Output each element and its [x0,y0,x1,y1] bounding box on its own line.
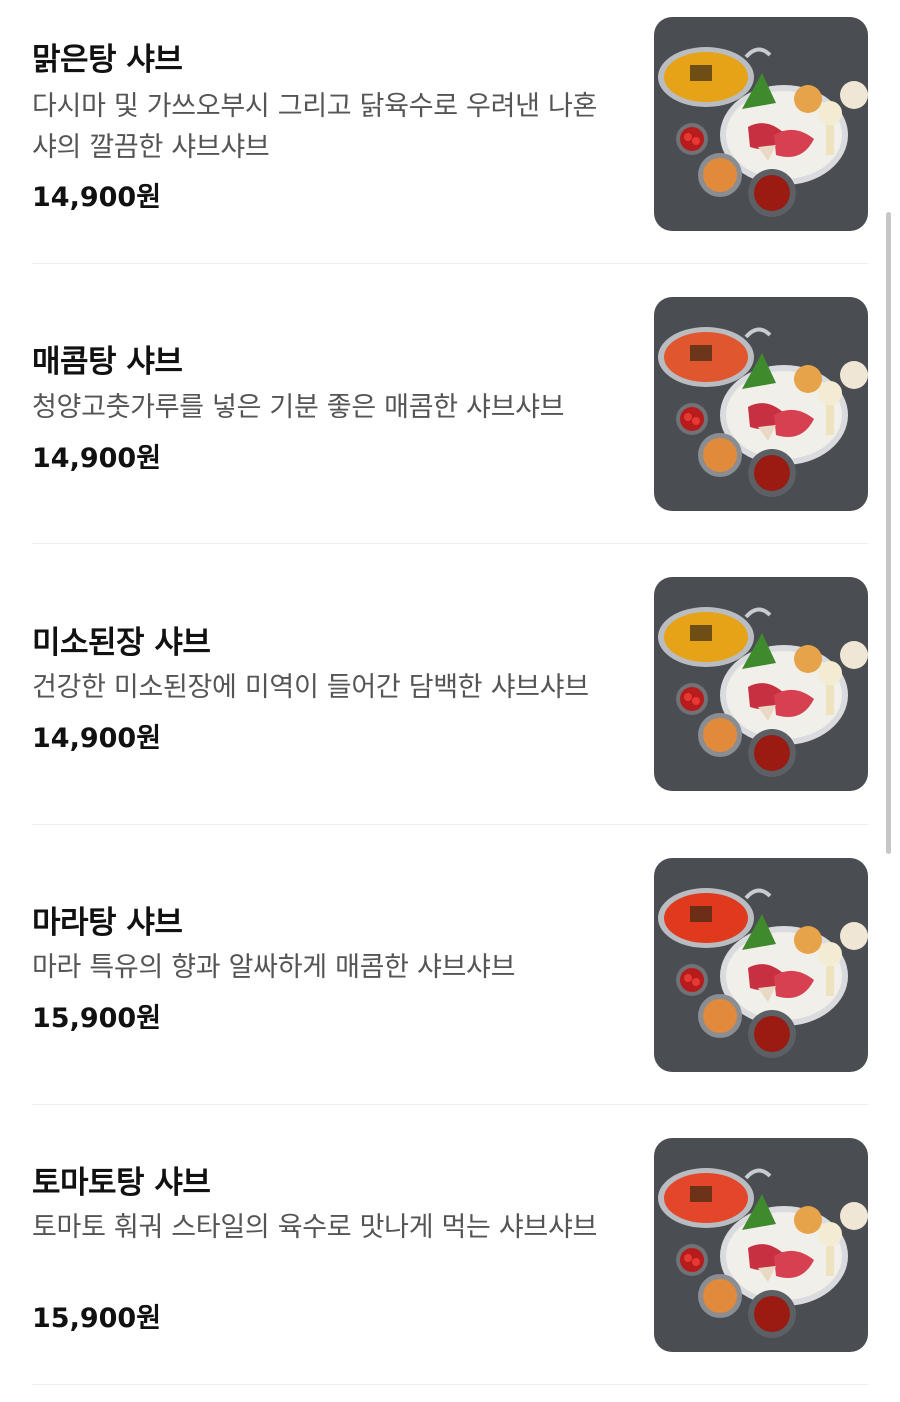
miso-broth-shabu-photo[interactable] [654,577,868,791]
divider [32,543,868,544]
menu-item-description: 건강한 미소된장에 미역이 들어간 담백한 샤브샤브 [32,672,589,703]
menu-item-name: 미소된장 샤브 [32,625,211,661]
scrollbar[interactable] [886,212,891,854]
menu-item-price: 14,900원 [32,182,162,213]
divider [32,1384,868,1385]
menu-item-description: 다시마 및 가쓰오부시 그리고 닭육수로 우려낸 나혼샤의 깔끔한 샤브샤브 [32,91,598,163]
menu-item-name: 토마토탕 샤브 [32,1165,211,1201]
spicy-broth-shabu-photo[interactable] [654,297,868,511]
menu-item-description: 토마토 훠궈 스타일의 육수로 맛나게 먹는 샤브샤브 [32,1212,598,1243]
divider [32,263,868,264]
tomato-broth-shabu-photo[interactable] [654,1138,868,1352]
menu-item-price: 15,900원 [32,1003,162,1034]
divider [32,824,868,825]
menu-list: 맑은탕 샤브 다시마 및 가쓰오부시 그리고 닭육수로 우려낸 나혼샤의 깔끔한… [0,0,900,1402]
menu-item-name: 맑은탕 샤브 [32,42,183,78]
menu-item-description: 청양고춧가루를 넣은 기분 좋은 매콤한 샤브샤브 [32,392,565,423]
menu-item-name: 매콤탕 샤브 [32,344,183,380]
menu-item-description: 마라 특유의 향과 알싸하게 매콤한 샤브샤브 [32,952,516,983]
divider [32,1104,868,1105]
clear-broth-shabu-photo[interactable] [654,17,868,231]
menu-item-price: 14,900원 [32,723,162,754]
mala-broth-shabu-photo[interactable] [654,858,868,1072]
menu-item-price: 15,900원 [32,1303,162,1334]
menu-item-name: 마라탕 샤브 [32,905,183,941]
menu-item-price: 14,900원 [32,443,162,474]
